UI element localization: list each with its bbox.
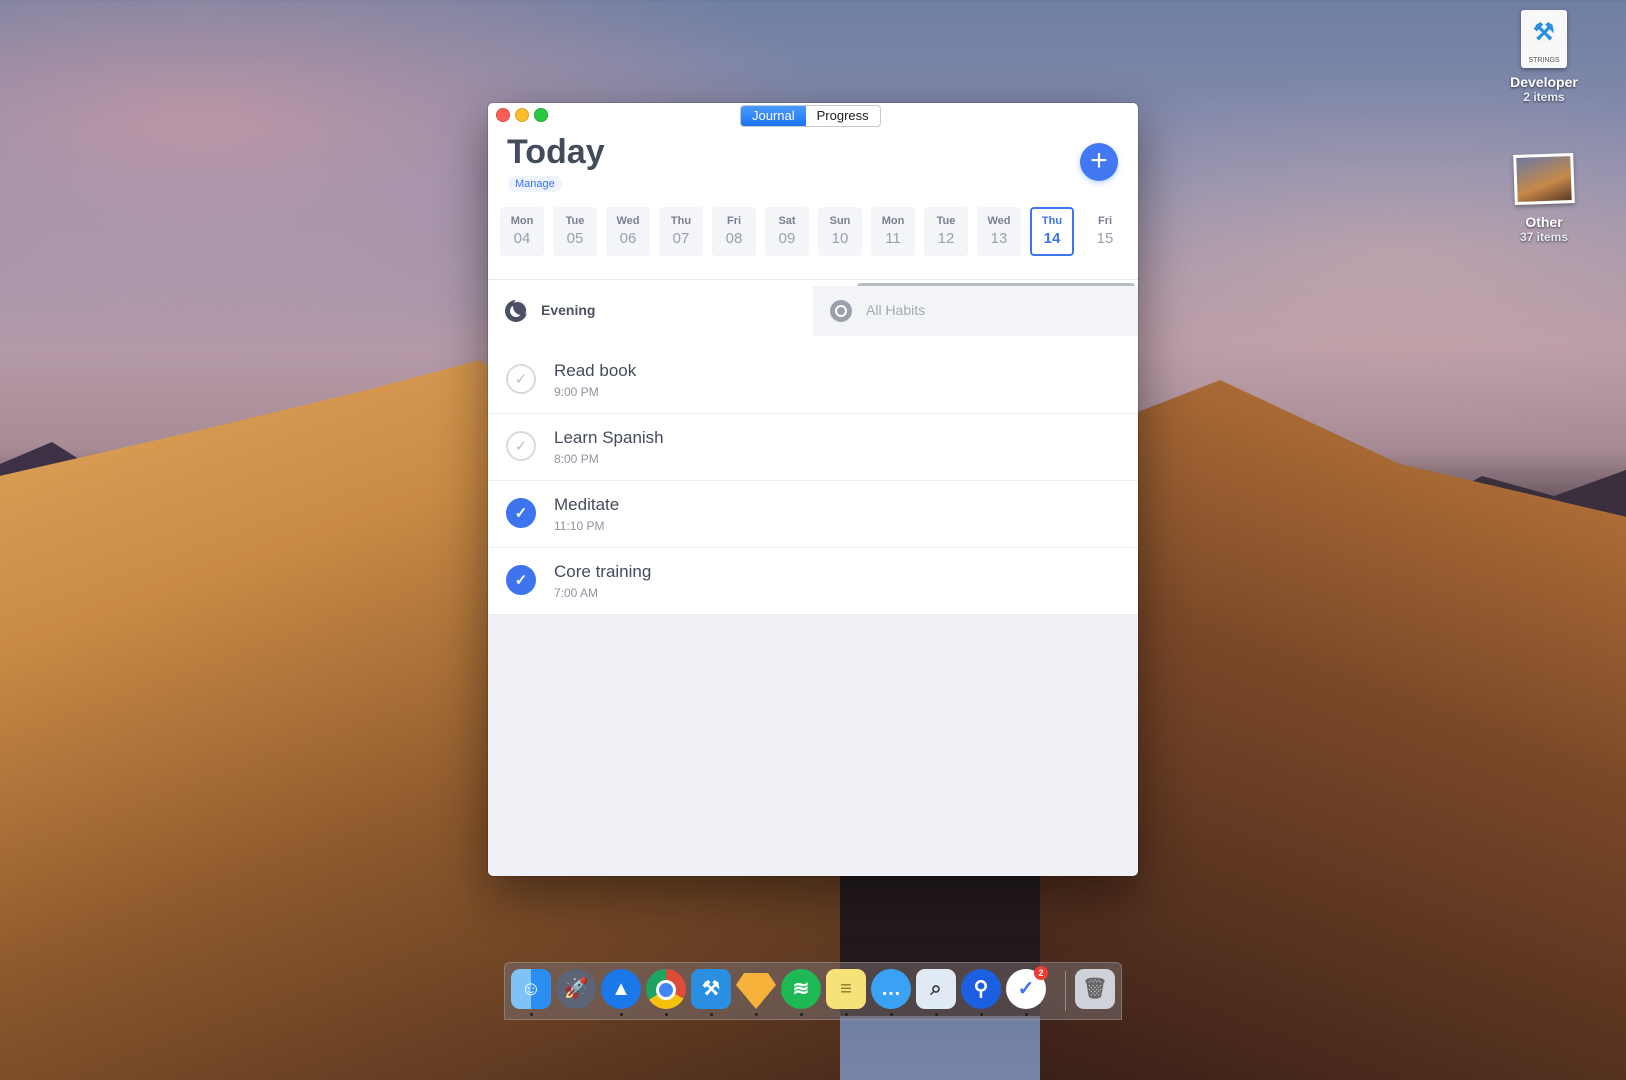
view-switcher: Journal Progress xyxy=(740,105,881,127)
add-habit-button[interactable]: + xyxy=(1080,143,1118,181)
day-number: 07 xyxy=(672,230,690,247)
spotify-icon[interactable]: ≋ xyxy=(781,969,821,1009)
tab-progress[interactable]: Progress xyxy=(806,106,880,126)
habit-app-icon[interactable]: ✓ 2 xyxy=(1006,966,1048,1009)
manage-button[interactable]: Manage xyxy=(508,176,562,192)
notes-icon[interactable]: ≡ xyxy=(826,969,866,1009)
day-cell[interactable]: Tue 12 xyxy=(924,207,968,256)
day-number: 04 xyxy=(513,230,531,247)
day-number: 13 xyxy=(990,230,1008,247)
page-title: Today xyxy=(507,133,605,171)
day-name: Tue xyxy=(936,215,956,227)
checkmark-icon[interactable]: ✓ xyxy=(506,565,536,595)
day-number: 09 xyxy=(778,230,796,247)
day-name: Thu xyxy=(670,215,692,227)
habit-title: Learn Spanish xyxy=(554,428,664,447)
day-number: 06 xyxy=(619,230,637,247)
checkmark-icon[interactable]: ✓ xyxy=(506,364,536,394)
dock-separator xyxy=(1065,971,1066,1011)
app-window: Journal Progress Today Manage + Mon 04 Tu… xyxy=(488,103,1138,876)
day-cell[interactable]: Tue 05 xyxy=(553,207,597,256)
day-name: Wed xyxy=(987,215,1011,227)
filter-all-habits[interactable]: All Habits xyxy=(813,286,1138,336)
day-name: Wed xyxy=(616,215,640,227)
filter-bar: Evening All Habits xyxy=(488,286,1138,336)
day-name: Fri xyxy=(726,215,742,227)
habit-time: 7:00 AM xyxy=(554,586,599,600)
habit-row[interactable]: ✓ Meditate 11:10 PM xyxy=(488,481,1138,548)
file-icon-label: STRINGS xyxy=(1528,57,1560,64)
trash-icon[interactable]: 🗑 xyxy=(1075,969,1115,1009)
day-number: 12 xyxy=(937,230,955,247)
day-name: Sat xyxy=(778,215,796,227)
cycle-icon xyxy=(830,300,852,322)
filter-label: Evening xyxy=(541,302,596,318)
desktop-item-other[interactable]: Other 37 items xyxy=(1484,148,1604,244)
desktop-item-count: 37 items xyxy=(1519,230,1569,244)
1password-icon[interactable]: ⚲ xyxy=(961,969,1001,1009)
desktop-item-name: Developer xyxy=(1510,74,1578,90)
maximize-button[interactable] xyxy=(534,108,548,122)
day-cell-selected[interactable]: Thu 14 xyxy=(1030,207,1074,256)
sketch-icon[interactable] xyxy=(736,973,776,1009)
desktop-item-count: 2 items xyxy=(1523,90,1565,104)
day-cell[interactable]: Thu 07 xyxy=(659,207,703,256)
day-cell[interactable]: Mon 04 xyxy=(500,207,544,256)
launchpad-icon[interactable]: 🚀 xyxy=(556,969,596,1009)
spark-mail-icon[interactable]: ▲ xyxy=(601,969,641,1009)
habit-row[interactable]: ✓ Learn Spanish 8:00 PM xyxy=(488,414,1138,481)
day-number: 14 xyxy=(1043,230,1061,247)
habit-time: 8:00 PM xyxy=(554,452,599,466)
habit-title: Read book xyxy=(554,361,637,380)
desktop-item-developer[interactable]: ⚒ STRINGS Developer 2 items xyxy=(1484,10,1604,104)
minimize-button[interactable] xyxy=(515,108,529,122)
filter-label: All Habits xyxy=(866,302,926,318)
day-cell[interactable]: Fri 08 xyxy=(712,207,756,256)
title-bar: Journal Progress xyxy=(488,103,1138,129)
xcode-icon[interactable]: ⚒ xyxy=(691,969,731,1009)
habit-list: ✓ Read book 9:00 PM ✓ Learn Spanish 8:00… xyxy=(488,347,1138,615)
strings-file-icon: ⚒ STRINGS xyxy=(1521,10,1567,68)
day-number: 15 xyxy=(1096,230,1114,247)
finder-icon[interactable]: ☺ xyxy=(511,969,551,1009)
day-name: Thu xyxy=(1041,215,1063,227)
preview-icon[interactable]: ⌕ xyxy=(916,969,956,1009)
day-cell[interactable]: Mon 11 xyxy=(871,207,915,256)
day-number: 10 xyxy=(831,230,849,247)
day-name: Sun xyxy=(829,215,851,227)
close-button[interactable] xyxy=(496,108,510,122)
hammer-icon: ⚒ xyxy=(1533,19,1555,46)
date-strip: Mon 04 Tue 05 Wed 06 Thu 07 Fri 08 Sat 09 Sun 1… xyxy=(500,207,1130,257)
messages-icon[interactable]: … xyxy=(871,969,911,1009)
habit-title: Core training xyxy=(554,562,652,581)
desktop-item-name: Other xyxy=(1525,214,1563,230)
day-cell[interactable]: Wed 06 xyxy=(606,207,650,256)
day-number: 11 xyxy=(885,230,901,247)
habit-row[interactable]: ✓ Core training 7:00 AM xyxy=(488,548,1138,615)
day-name: Mon xyxy=(881,215,905,227)
moon-icon xyxy=(505,300,527,322)
day-number: 08 xyxy=(725,230,743,247)
filter-evening[interactable]: Evening xyxy=(488,286,813,336)
habit-row[interactable]: ✓ Read book 9:00 PM xyxy=(488,347,1138,414)
day-cell[interactable]: Sun 10 xyxy=(818,207,862,256)
dock: ☺ 🚀 ▲ ⚒ ≋ ≡ … ⌕ ⚲ ✓ 2 🗑 xyxy=(504,962,1122,1020)
checkmark-icon[interactable]: ✓ xyxy=(506,498,536,528)
notification-badge: 2 xyxy=(1034,966,1048,980)
day-name: Mon xyxy=(510,215,534,227)
tab-journal[interactable]: Journal xyxy=(741,106,806,126)
habit-time: 11:10 PM xyxy=(554,519,605,533)
day-cell[interactable]: Fri 15 xyxy=(1083,207,1127,256)
chrome-icon[interactable] xyxy=(646,969,686,1009)
checkmark-icon[interactable]: ✓ xyxy=(506,431,536,461)
habit-title: Meditate xyxy=(554,495,620,514)
day-cell[interactable]: Sat 09 xyxy=(765,207,809,256)
day-number: 05 xyxy=(566,230,584,247)
photo-stack-icon xyxy=(1513,152,1575,206)
habit-time: 9:00 PM xyxy=(554,385,599,399)
day-cell[interactable]: Wed 13 xyxy=(977,207,1021,256)
day-name: Tue xyxy=(565,215,585,227)
day-name: Fri xyxy=(1097,215,1113,227)
